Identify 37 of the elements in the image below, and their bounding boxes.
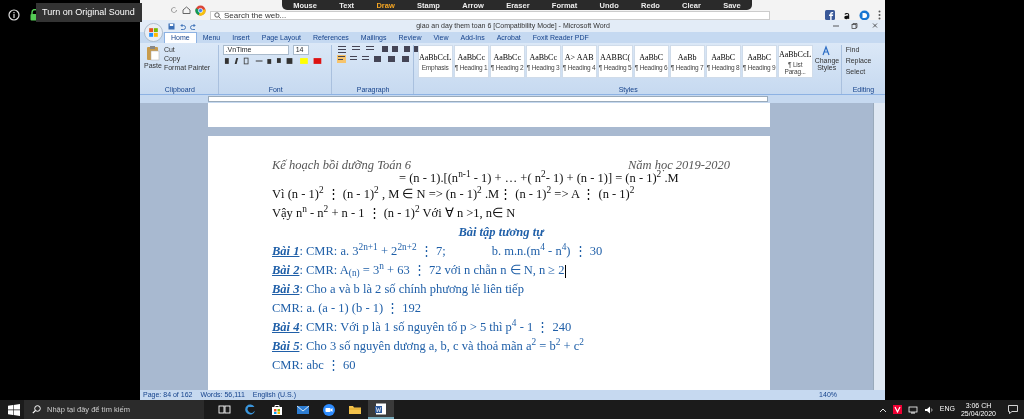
save-icon[interactable] [168,22,175,30]
vertical-scrollbar[interactable] [873,103,885,390]
document-line: Bài 1: CMR: a. 3$^{2n+1}$ + 2$^{2n+2}$ ⋮ 7; [272,244,446,258]
windows-start-icon[interactable] [8,403,20,416]
section-heading: Bài tập tương tự [458,225,544,239]
header-text: Kế hoạch bồi dưỡng Toán 6 [272,158,412,172]
home-icon[interactable] [182,6,191,14]
turn-on-original-sound-button[interactable]: Turn on Original Sound [36,3,142,22]
browser-logo-icon[interactable] [195,4,206,16]
search-field[interactable]: Search the web... [210,11,770,20]
shield-v-icon[interactable] [892,405,902,414]
document-line: Vì (n - 1)$^{2}$ ⋮ (n - 1)$^{2}$ , M ∈ N => (n - 1)$^{2}$ .M⋮ (n - 1)$^{2}$ => A ⋮ (n - 1)$^{2}$ [272,187,635,201]
square-f-icon[interactable] [825,10,835,20]
redo-icon[interactable] [190,22,197,30]
document-line: CMR: a. (a - 1) (b - 1) ⋮ 192 [272,301,422,315]
letter-a-icon[interactable] [843,10,851,20]
document-line: Bài 5: Cho 3 số nguyên dương a, b, c và thoả mãn a$^{2}$ = b$^{2}$ + c$^{2}$ [272,339,584,353]
document-line: Vậy n$^{n}$ - n$^{2}$ + n - 1 ⋮ (n - 1)$^{2}$ Với ∀ n >1, n∈ N [272,206,516,220]
more-options-icon[interactable] [878,10,881,20]
clipboard-icon[interactable] [145,45,160,61]
chevron-up-icon[interactable] [878,406,887,413]
document-line: Bài 3: Cho a và b là 2 số chính phương lẻ liên tiếp [272,282,524,296]
network-icon[interactable] [907,405,918,414]
letter-d-circle-icon[interactable] [859,9,870,21]
speaker-icon[interactable] [923,405,934,414]
search-icon [214,12,221,19]
header-text: Năm học 2019-2020 [627,158,730,172]
document-line: CMR: abc ⋮ 60 [272,358,356,372]
document-line: Bài 2: CMR: A$_{(n)}$ = 3$^{n}$ + 63 ⋮ 72 với n chẵn n ∈ N, n ≥ 2 [272,263,565,277]
undo-icon[interactable] [179,22,186,30]
search-icon [32,405,41,414]
notification-icon[interactable] [1008,405,1018,414]
document-w-icon[interactable] [368,400,394,419]
info-icon[interactable] [8,9,20,21]
document-line: b. m.n.(m$^{4}$ - n$^{4}$) ⋮ 30 [491,244,603,258]
document-line: Bài 4: CMR: Với p là 1 số nguyên tố p > 5 thì p$^{4}$ - 1 ⋮ 240 [272,320,572,334]
document-line: = (n - 1).[(n$^{n-1}$ - 1) + … +( n$^{2}$- 1) + (n - 1)] = (n - 1)$^{2}$ .M [399,171,679,185]
